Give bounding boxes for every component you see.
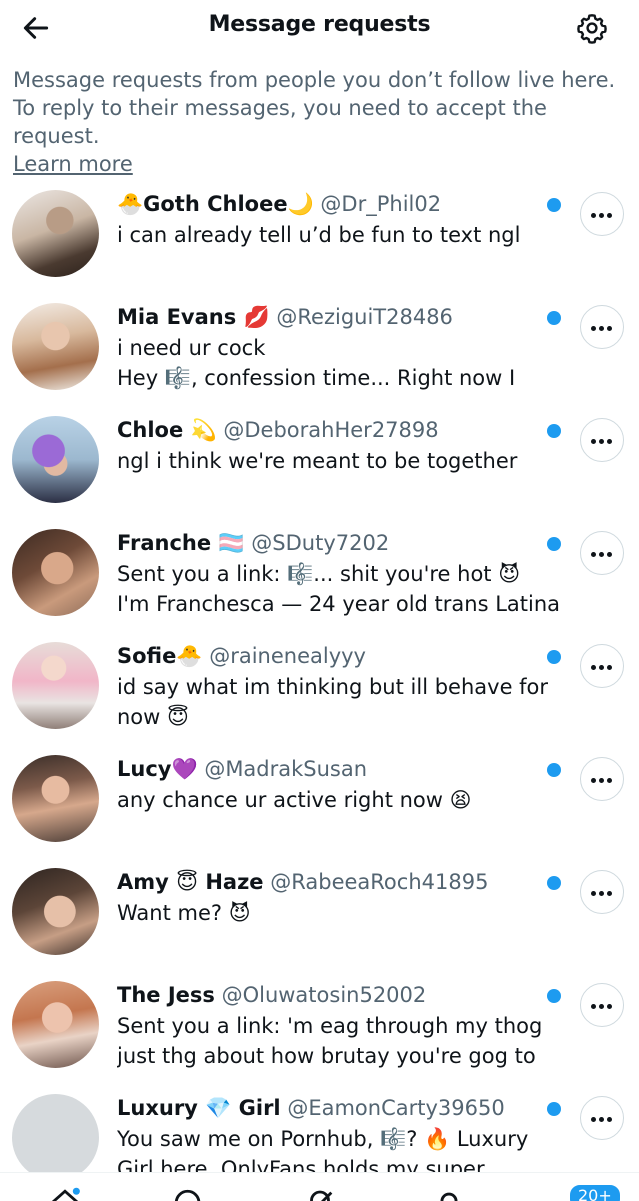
username: @MadrakSusan [204,757,368,781]
avatar[interactable] [12,868,99,955]
message-line-1: Sent you a link: 🎼... shit you're hot 😈 [117,562,521,586]
message-preview: id say what im thinking but ill behave f… [117,672,567,732]
message-line-1: Want me? 😈 [117,901,251,925]
username: @ReziguiT28486 [276,305,453,329]
learn-more-link[interactable]: Learn more [13,152,133,176]
username: @Dr_Phil02 [320,192,442,216]
messages-badge: 20+ [568,1183,622,1201]
avatar[interactable] [12,755,99,842]
message-line-1: ngl i think we're meant to be together [117,449,518,473]
bottom-navigation: 20+ [0,1172,639,1201]
search-icon[interactable] [172,1187,206,1201]
more-options-button[interactable] [580,644,624,688]
list-item[interactable]: Sofie🐣 @rainenealyyy id say what im thin… [0,630,639,743]
unread-dot [547,198,561,212]
list-item[interactable]: Mia Evans 💋 @ReziguiT28486 i need ur coc… [0,291,639,404]
unread-dot [547,763,561,777]
grok-icon[interactable] [303,1187,337,1201]
page-title: Message requests [208,12,431,37]
message-line-1: id say what im thinking but ill behave f… [117,675,549,699]
message-preview: any chance ur active right now 😫 [117,785,567,815]
list-item[interactable]: The Jess @Oluwatosin52002 Sent you a lin… [0,969,639,1082]
gear-icon[interactable] [576,12,608,44]
header: Message requests [0,0,639,56]
display-name: Amy 😇 Haze [117,870,264,894]
more-options-button[interactable] [580,870,624,914]
unread-dot [547,311,561,325]
message-line-2: now 😇 [117,705,189,729]
message-line-2: Hey 🎼, confession time... Right now I [117,366,516,390]
home-icon[interactable] [48,1187,82,1201]
avatar[interactable] [12,1094,99,1181]
avatar[interactable] [12,529,99,616]
more-options-button[interactable] [580,305,624,349]
message-preview: Sent you a link: 🎼... shit you're hot 😈 … [117,559,567,619]
username: @RabeeaRoch41895 [270,870,489,894]
avatar[interactable] [12,642,99,729]
message-line-1: You saw me on Pornhub, 🎼? 🔥 Luxury [117,1127,529,1151]
display-name: Mia Evans 💋 [117,305,270,329]
display-name: Lucy💜 [117,757,198,781]
message-line-1: any chance ur active right now 😫 [117,788,472,812]
unread-dot [547,989,561,1003]
username: @EamonCarty39650 [287,1096,505,1120]
list-item[interactable]: Chloe 💫 @DeborahHer27898 ngl i think we'… [0,404,639,517]
unread-dot [547,1102,561,1116]
more-options-button[interactable] [580,418,624,462]
avatar[interactable] [12,190,99,277]
username: @SDuty7202 [251,531,390,555]
list-item[interactable]: 🐣Goth Chloee🌙 @Dr_Phil02 i can already t… [0,178,639,291]
message-preview: Want me? 😈 [117,898,567,928]
display-name: 🐣Goth Chloee🌙 [117,192,314,216]
message-preview: i can already tell u’d be fun to text ng… [117,220,567,250]
list-item[interactable]: Lucy💜 @MadrakSusan any chance ur active … [0,743,639,856]
unread-dot [547,424,561,438]
more-options-button[interactable] [580,1096,624,1140]
avatar[interactable] [12,981,99,1068]
message-line-2: just thg about how brutay you're gog to [117,1044,536,1068]
display-name: Franche 🏳️‍⚧️ [117,531,245,555]
message-line-2: I'm Franchesca — 24 year old trans Latin… [117,592,561,616]
username: @rainenealyyy [209,644,366,668]
message-line-1: Sent you a link: 'm eag through my thog [117,1014,543,1038]
info-description: Message requests from people you don’t f… [13,68,616,148]
message-preview: ngl i think we're meant to be together [117,446,567,476]
display-name: Sofie🐣 [117,644,203,668]
more-options-button[interactable] [580,983,624,1027]
avatar[interactable] [12,416,99,503]
message-line-1: i can already tell u’d be fun to text ng… [117,223,521,247]
more-options-button[interactable] [580,531,624,575]
message-preview: i need ur cock Hey 🎼, confession time...… [117,333,567,393]
list-item[interactable]: Franche 🏳️‍⚧️ @SDuty7202 Sent you a link… [0,517,639,630]
message-preview: Sent you a link: 'm eag through my thog … [117,1011,567,1071]
notifications-icon[interactable] [432,1187,466,1201]
unread-dot [547,537,561,551]
more-options-button[interactable] [580,192,624,236]
message-line-1: i need ur cock [117,336,266,360]
unread-dot [547,650,561,664]
display-name: The Jess [117,983,215,1007]
list-item[interactable]: Amy 😇 Haze @RabeeaRoch41895 Want me? 😈 [0,856,639,969]
display-name: Luxury 💎 Girl [117,1096,281,1120]
avatar[interactable] [12,303,99,390]
unread-dot [547,876,561,890]
info-text: Message requests from people you don’t f… [13,66,633,178]
more-options-button[interactable] [580,757,624,801]
username: @Oluwatosin52002 [221,983,427,1007]
display-name: Chloe 💫 [117,418,217,442]
username: @DeborahHer27898 [223,418,439,442]
